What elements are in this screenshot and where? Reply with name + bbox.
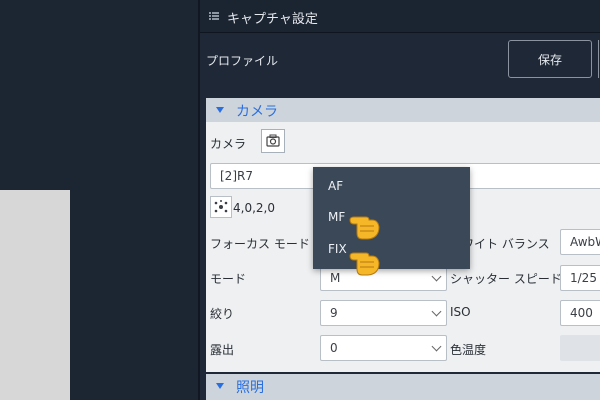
camera-section-header[interactable]: カメラ — [206, 98, 600, 122]
exposure-label: 露出 — [210, 343, 235, 357]
collapse-triangle-icon — [216, 107, 224, 113]
mode-value: M — [330, 271, 341, 285]
camera-icon[interactable] — [261, 129, 285, 153]
chevron-down-icon — [431, 306, 442, 317]
aperture-value: 9 — [330, 306, 338, 320]
mode-label: モード — [210, 272, 247, 286]
shutter-speed-label: シャッター スピード — [450, 272, 562, 286]
lighting-section-title: 照明 — [236, 380, 264, 396]
save-button[interactable]: 保存 — [508, 40, 592, 78]
white-balance-select[interactable]: AwbW — [560, 229, 600, 255]
color-temperature-field[interactable] — [560, 335, 600, 361]
exposure-value: 0 — [330, 341, 338, 355]
grip-icon[interactable] — [209, 11, 219, 21]
iso-select[interactable]: 400 — [560, 300, 600, 326]
image-preview — [0, 190, 70, 400]
target-icon[interactable] — [210, 196, 232, 218]
dropdown-option-af[interactable]: AF — [328, 179, 343, 193]
save-button-label: 保存 — [537, 52, 562, 67]
coords-value: 4,0,2,0 — [233, 201, 275, 215]
aperture-select[interactable]: 9 — [320, 300, 447, 326]
camera-label: カメラ — [210, 137, 247, 151]
dropdown-option-mf[interactable]: MF — [328, 210, 345, 224]
collapse-triangle-icon — [216, 383, 224, 389]
profile-label: プロファイル — [206, 54, 279, 68]
camera-section-title: カメラ — [236, 104, 278, 120]
color-temperature-label: 色温度 — [450, 343, 487, 357]
focus-mode-label: フォーカス モード — [210, 237, 310, 251]
camera-select-value: [2]R7 — [220, 169, 253, 183]
panel-title: キャプチャ設定 — [227, 12, 318, 27]
aperture-label: 絞り — [210, 307, 235, 321]
focus-mode-dropdown: AF MF FIX — [313, 167, 470, 269]
pointing-hand-icon — [349, 252, 380, 276]
shutter-speed-value: 1/25 — [570, 271, 597, 285]
shutter-speed-select[interactable]: 1/25 — [560, 265, 600, 291]
dropdown-option-fix[interactable]: FIX — [328, 242, 347, 256]
lighting-section-header[interactable]: 照明 — [206, 374, 600, 400]
iso-label: ISO — [450, 305, 471, 319]
chevron-down-icon — [431, 271, 442, 282]
exposure-select[interactable]: 0 — [320, 335, 447, 361]
panel-header: キャプチャ設定 — [200, 0, 600, 33]
pointing-hand-icon — [349, 216, 380, 240]
white-balance-value: AwbW — [570, 235, 600, 249]
iso-value: 400 — [570, 306, 593, 320]
chevron-down-icon — [431, 341, 442, 352]
